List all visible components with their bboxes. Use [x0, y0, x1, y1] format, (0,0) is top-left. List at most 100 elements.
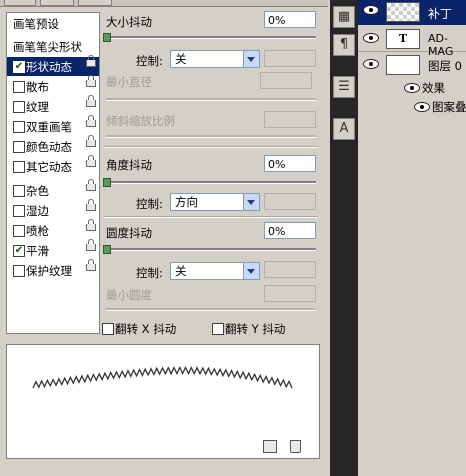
option-label: 其它动态	[26, 160, 72, 174]
flip-y-label: 翻转 Y 抖动	[225, 322, 286, 336]
option-checkbox[interactable]	[13, 141, 25, 153]
angle-control-value: 方向	[175, 195, 198, 209]
size-control-fade-input	[264, 50, 316, 67]
panel-tab-strip	[0, 0, 328, 7]
eye-icon[interactable]	[363, 33, 379, 43]
angle-jitter-label: 角度抖动	[106, 158, 152, 172]
effect-item-label: 图案叠	[432, 100, 466, 114]
size-jitter-input[interactable]: 0%	[264, 11, 316, 28]
flip-y-option[interactable]: 翻转 Y 抖动	[206, 319, 316, 338]
lock-icon[interactable]	[86, 179, 96, 191]
tilt-scale-slider	[106, 135, 316, 138]
option-checkbox[interactable]	[13, 225, 25, 237]
option-checkbox[interactable]	[13, 81, 25, 93]
min-roundness-slider	[106, 308, 316, 311]
paragraph-dock-icon[interactable]: ¶	[333, 34, 355, 56]
brush-option-item[interactable]: ✔ 平滑	[7, 239, 99, 260]
lock-icon[interactable]	[86, 155, 96, 167]
layer-thumbnail	[386, 2, 420, 22]
character-dock-icon[interactable]: A	[333, 118, 355, 140]
flip-y-checkbox[interactable]	[212, 323, 224, 335]
option-checkbox[interactable]	[13, 265, 25, 277]
brush-option-item[interactable]: 湿边	[7, 199, 99, 220]
roundness-jitter-input[interactable]: 0%	[264, 222, 316, 239]
tilt-scale-input	[264, 111, 316, 128]
lock-icon[interactable]	[86, 95, 96, 107]
option-label: 喷枪	[26, 224, 49, 238]
lock-icon[interactable]	[86, 135, 96, 147]
option-label: 湿边	[26, 204, 49, 218]
roundness-jitter-slider[interactable]	[106, 248, 316, 251]
option-checkbox[interactable]	[13, 161, 25, 173]
option-checkbox[interactable]	[13, 101, 25, 113]
layer-row[interactable]: 补丁	[358, 0, 466, 25]
roundness-control-label: 控制:	[136, 266, 163, 280]
option-checkbox[interactable]: ✔	[13, 61, 25, 73]
lock-icon[interactable]	[86, 199, 96, 211]
option-label: 双重画笔	[26, 120, 72, 134]
brush-option-item[interactable]: 杂色	[7, 179, 99, 200]
option-label: 杂色	[26, 184, 49, 198]
effect-item-row[interactable]: 图案叠	[358, 97, 466, 115]
brush-option-item[interactable]: 纹理	[7, 95, 99, 116]
lock-icon[interactable]	[86, 75, 96, 87]
option-checkbox[interactable]	[13, 205, 25, 217]
tab-layer-comps[interactable]	[78, 0, 112, 6]
angle-jitter-input[interactable]: 0%	[264, 155, 316, 172]
angle-jitter-slider[interactable]	[106, 181, 316, 184]
size-jitter-slider[interactable]	[106, 36, 316, 39]
divider	[104, 216, 318, 218]
trash-icon[interactable]	[290, 440, 301, 453]
tab-brushes[interactable]	[4, 0, 36, 6]
min-roundness-label: 最小圆度	[106, 288, 152, 302]
size-control-dropdown[interactable]: 关	[170, 50, 260, 68]
brush-option-item[interactable]: 保护纹理	[7, 259, 99, 280]
flip-x-checkbox[interactable]	[102, 323, 114, 335]
layer-name: 补丁	[428, 7, 453, 21]
angle-control-fade-input	[264, 193, 316, 210]
brush-option-item[interactable]: 其它动态	[7, 155, 99, 176]
option-checkbox[interactable]	[13, 185, 25, 197]
lock-icon[interactable]	[86, 259, 96, 271]
brushes-panel: 画笔预设 画笔笔尖形状 ✔ 形状动态 散布 纹理 双重画笔 颜色动态 其它动态 杂色 湿边 喷枪 ✔…	[0, 0, 328, 476]
angle-jitter-slider-thumb[interactable]	[103, 178, 111, 187]
brush-option-item[interactable]: 喷枪	[7, 219, 99, 240]
eye-icon[interactable]	[404, 83, 420, 93]
option-label: 保护纹理	[26, 264, 72, 278]
brush-presets-item[interactable]: 画笔预设	[13, 16, 59, 32]
layer-row[interactable]: T AD-MAG	[358, 26, 466, 58]
lock-icon[interactable]	[86, 239, 96, 251]
brush-option-item[interactable]: ✔ 形状动态	[7, 55, 99, 76]
info-dock-icon[interactable]: ☰	[333, 76, 355, 98]
eye-icon[interactable]	[363, 59, 379, 69]
brush-tip-shape-item[interactable]: 画笔笔尖形状	[13, 39, 82, 55]
option-label: 平滑	[26, 244, 49, 258]
flip-x-option[interactable]: 翻转 X 抖动	[96, 319, 206, 338]
option-checkbox[interactable]: ✔	[13, 245, 25, 257]
brush-option-item[interactable]: 颜色动态	[7, 135, 99, 156]
effects-label: 效果	[422, 81, 445, 95]
brush-option-item[interactable]: 散布	[7, 75, 99, 96]
eye-icon[interactable]	[414, 102, 430, 112]
lock-icon[interactable]	[86, 219, 96, 231]
effects-row[interactable]: 效果	[358, 78, 466, 96]
angle-control-dropdown[interactable]: 方向	[170, 193, 260, 211]
option-label: 散布	[26, 80, 49, 94]
size-jitter-slider-thumb[interactable]	[103, 33, 111, 42]
size-jitter-label: 大小抖动	[106, 15, 152, 29]
brush-option-item[interactable]: 双重画笔	[7, 115, 99, 136]
layer-row[interactable]: 图层 0	[358, 52, 466, 77]
angle-control-label: 控制:	[136, 197, 163, 211]
new-preset-icon[interactable]	[263, 440, 277, 453]
chevron-down-icon	[243, 194, 259, 210]
option-checkbox[interactable]	[13, 121, 25, 133]
option-label: 纹理	[26, 100, 49, 114]
swatches-dock-icon[interactable]: ▦	[333, 6, 355, 28]
eye-icon[interactable]	[363, 5, 379, 15]
tab-tool-presets[interactable]	[40, 0, 74, 6]
roundness-control-dropdown[interactable]: 关	[170, 262, 260, 280]
lock-icon[interactable]	[86, 115, 96, 127]
roundness-jitter-slider-thumb[interactable]	[103, 245, 111, 254]
min-diameter-label: 最小直径	[106, 75, 152, 89]
lock-icon[interactable]	[86, 55, 96, 67]
